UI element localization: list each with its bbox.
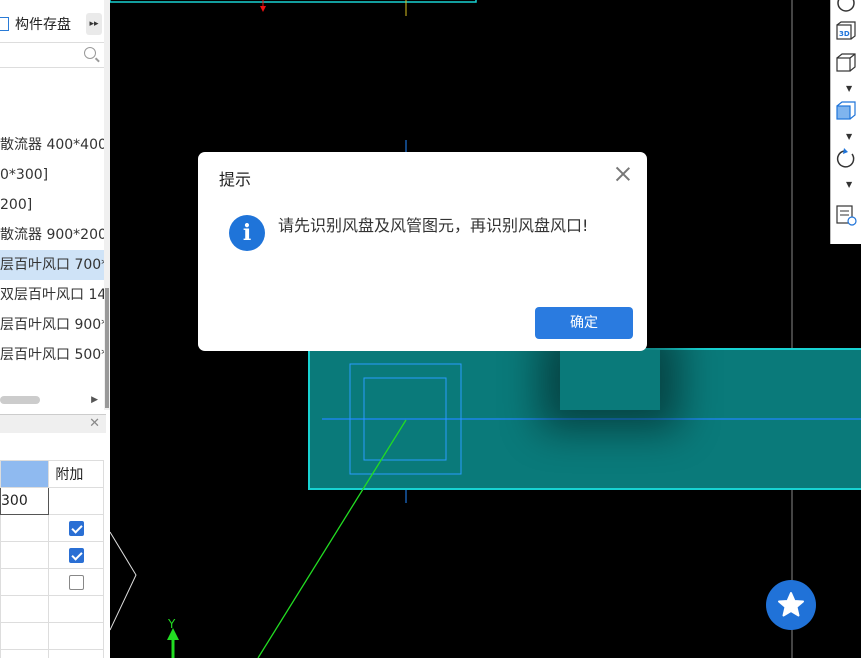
table-cell: [0, 649, 50, 658]
dialog-message: 请先识别风盘及风管图元，再识别风盘风口!: [278, 216, 589, 235]
list-item[interactable]: 散流器 400*400: [0, 130, 104, 160]
table-row: [0, 514, 104, 542]
component-storage-tab[interactable]: 构件存盘 ▸▸: [0, 10, 106, 38]
cube-view-icon[interactable]: [835, 52, 857, 74]
search-icon[interactable]: [84, 47, 96, 59]
table-cell: [0, 622, 50, 650]
rotate-icon[interactable]: [835, 148, 857, 170]
table-header-row: 附加: [0, 460, 104, 488]
ok-button[interactable]: 确定: [535, 307, 633, 339]
favorite-button[interactable]: [766, 580, 816, 630]
alert-dialog: 提示 i 请先识别风盘及风管图元，再识别风盘风口! 确定: [198, 152, 647, 351]
chevron-down-icon[interactable]: ▼: [846, 132, 852, 141]
duct-edge: [110, 0, 477, 3]
property-table: 附加 300: [0, 460, 104, 658]
table-cell: [0, 541, 50, 569]
close-icon[interactable]: [613, 164, 633, 184]
horizontal-scrollbar[interactable]: ▶: [0, 392, 104, 408]
list-item[interactable]: 0*300]: [0, 160, 104, 190]
3d-view-icon[interactable]: 3D: [835, 20, 857, 42]
additional-checkbox[interactable]: [68, 547, 84, 563]
table-row: [0, 595, 104, 623]
header-cell-additional: 附加: [48, 460, 104, 488]
component-storage-label: 构件存盘: [15, 17, 71, 33]
view-toolbar: 3D ▼ ▼ ▼: [830, 0, 861, 244]
list-item[interactable]: 双层百叶风口 140: [0, 280, 104, 310]
list-item[interactable]: 层百叶风口 900*: [0, 310, 104, 340]
table-row: [0, 649, 104, 658]
scrollbar-thumb[interactable]: [105, 288, 109, 408]
search-input[interactable]: [0, 42, 104, 68]
additional-checkbox[interactable]: [68, 574, 84, 590]
svg-text:3D: 3D: [839, 30, 850, 38]
list-item-selected[interactable]: 层百叶风口 700*: [0, 250, 104, 280]
list-item[interactable]: 散流器 900*200: [0, 220, 104, 250]
white-outline: [110, 531, 137, 631]
chevron-down-icon[interactable]: ▼: [846, 180, 852, 189]
table-cell: [0, 514, 50, 542]
component-list: 散流器 400*400 0*300] 200] 散流器 900*200 层百叶风…: [0, 130, 104, 370]
left-panel: 构件存盘 ▸▸ 散流器 400*400 0*300] 200] 散流器 900*…: [0, 0, 110, 658]
table-row: [0, 622, 104, 650]
scrollbar-thumb[interactable]: [0, 396, 40, 404]
dialog-title: 提示: [219, 170, 252, 189]
header-cell: [0, 460, 50, 488]
value-cell[interactable]: 300: [0, 487, 50, 515]
table-row: [0, 541, 104, 569]
cube-face-icon[interactable]: [835, 100, 857, 122]
table-cell: [48, 649, 104, 658]
table-cell: [48, 487, 104, 515]
component-icon: [0, 17, 9, 31]
table-cell: [48, 541, 104, 569]
table-cell: [48, 568, 104, 596]
info-icon: i: [229, 215, 265, 251]
table-cell: [0, 568, 50, 596]
close-icon[interactable]: ✕: [89, 415, 100, 433]
table-cell: [48, 595, 104, 623]
table-cell: [0, 595, 50, 623]
star-icon: [778, 592, 804, 617]
property-panel-header: ✕: [0, 414, 106, 433]
table-row: [0, 568, 104, 596]
chevron-down-icon[interactable]: ▼: [846, 84, 852, 93]
list-item[interactable]: 200]: [0, 190, 104, 220]
table-row: 300: [0, 487, 104, 515]
properties-view-icon[interactable]: [835, 204, 857, 226]
list-item[interactable]: 层百叶风口 500*: [0, 340, 104, 370]
dialog-shadow: [560, 350, 660, 410]
additional-checkbox[interactable]: [68, 520, 84, 536]
scroll-right-icon[interactable]: ▶: [91, 392, 98, 408]
expand-icon[interactable]: ▸▸: [86, 13, 102, 35]
table-cell: [48, 622, 104, 650]
y-axis-label: Y: [167, 617, 176, 631]
view-icon[interactable]: [835, 0, 857, 14]
red-marker: [260, 6, 266, 12]
table-cell: [48, 514, 104, 542]
